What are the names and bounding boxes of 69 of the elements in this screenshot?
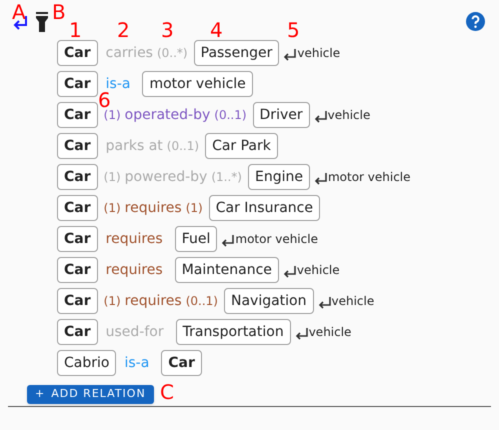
cardinality-label: (1) bbox=[104, 108, 121, 124]
return-arrow-icon bbox=[318, 296, 332, 310]
annotation-label: 3 bbox=[161, 20, 174, 40]
annotation-label: 2 bbox=[117, 20, 130, 40]
concept-chip[interactable]: Car bbox=[57, 226, 98, 252]
concept-chip[interactable]: Car bbox=[57, 133, 98, 159]
relation-label: used-for bbox=[106, 322, 164, 342]
concept-chip[interactable]: Car bbox=[57, 288, 98, 314]
relation-label: parks at bbox=[106, 136, 163, 156]
concept-chip[interactable]: Car Insurance bbox=[208, 195, 320, 221]
concept-chip[interactable]: Car bbox=[57, 40, 98, 66]
cardinality-label: (1) bbox=[104, 200, 121, 217]
return-arrow-icon bbox=[221, 234, 236, 248]
relation-label: requires bbox=[124, 198, 182, 218]
inherited-from-label: vehicle bbox=[296, 262, 340, 279]
annotation-label: 4 bbox=[210, 20, 223, 40]
relation-label: requires bbox=[106, 230, 163, 248]
relation-label: is-a bbox=[124, 354, 150, 372]
concept-chip[interactable]: Fuel bbox=[174, 226, 218, 252]
return-arrow-icon bbox=[314, 172, 328, 186]
relation-label: is-a bbox=[106, 74, 130, 92]
annotation-label: A bbox=[12, 2, 26, 22]
concept-chip[interactable]: Driver bbox=[252, 102, 310, 128]
annotation-label: 6 bbox=[98, 90, 111, 110]
relation-label: requires bbox=[124, 292, 182, 310]
concept-chip[interactable]: Maintenance bbox=[174, 257, 279, 283]
return-arrow-icon bbox=[294, 327, 309, 341]
help-icon[interactable] bbox=[466, 12, 485, 31]
cardinality-label: (1) bbox=[104, 169, 121, 186]
concept-chip[interactable]: Car bbox=[57, 71, 98, 97]
cardinality-label: (0..1) bbox=[166, 138, 200, 155]
return-arrow-icon bbox=[314, 110, 328, 124]
cardinality-label: (1) bbox=[104, 293, 121, 310]
inherited-from-label: vehicle bbox=[332, 293, 374, 310]
concept-chip[interactable]: Navigation bbox=[224, 288, 314, 314]
relation-label: operated-by bbox=[124, 106, 210, 124]
concept-chip[interactable]: Car bbox=[57, 102, 98, 128]
inherited-from-label: vehicle bbox=[308, 324, 352, 341]
concept-chip[interactable]: Car bbox=[57, 164, 98, 190]
cardinality-label: (1..*) bbox=[211, 169, 242, 186]
annotation-label: C bbox=[160, 382, 174, 402]
concept-chip[interactable]: Cabrio bbox=[57, 350, 116, 376]
relation-label: requires bbox=[106, 260, 163, 280]
annotation-label: 5 bbox=[287, 20, 300, 40]
relation-label: powered-by bbox=[124, 168, 208, 186]
annotation-label: B bbox=[52, 2, 66, 22]
concept-chip[interactable]: motor vehicle bbox=[142, 71, 253, 97]
return-arrow-icon bbox=[282, 265, 297, 279]
cardinality-label: (0..*) bbox=[156, 45, 188, 62]
cardinality-label: (0..1) bbox=[214, 107, 247, 124]
concept-chip[interactable]: Car bbox=[57, 195, 98, 221]
annotation-label: 1 bbox=[69, 20, 82, 40]
relation-label: carries bbox=[106, 44, 153, 62]
cardinality-label: (0..1) bbox=[186, 293, 218, 310]
concept-chip[interactable]: Transportation bbox=[176, 319, 291, 345]
concept-chip[interactable]: Engine bbox=[248, 164, 310, 190]
inherited-from-label: motor vehicle bbox=[235, 231, 318, 248]
inherited-from-label: vehicle bbox=[297, 45, 340, 62]
concept-chip[interactable]: Passenger bbox=[194, 40, 280, 66]
concept-chip[interactable]: Car bbox=[57, 257, 98, 283]
concept-chip[interactable]: Car bbox=[57, 319, 98, 345]
concept-chip[interactable]: Car Park bbox=[205, 133, 278, 159]
flashlight-icon[interactable] bbox=[36, 12, 48, 32]
return-arrow-icon bbox=[283, 48, 298, 62]
add-relation-button[interactable]: + ADD RELATION bbox=[27, 385, 154, 404]
inherited-from-label: motor vehicle bbox=[328, 169, 411, 186]
concept-chip[interactable]: Car bbox=[161, 350, 202, 376]
cardinality-label: (1) bbox=[186, 200, 203, 217]
inherited-from-label: vehicle bbox=[328, 107, 370, 124]
